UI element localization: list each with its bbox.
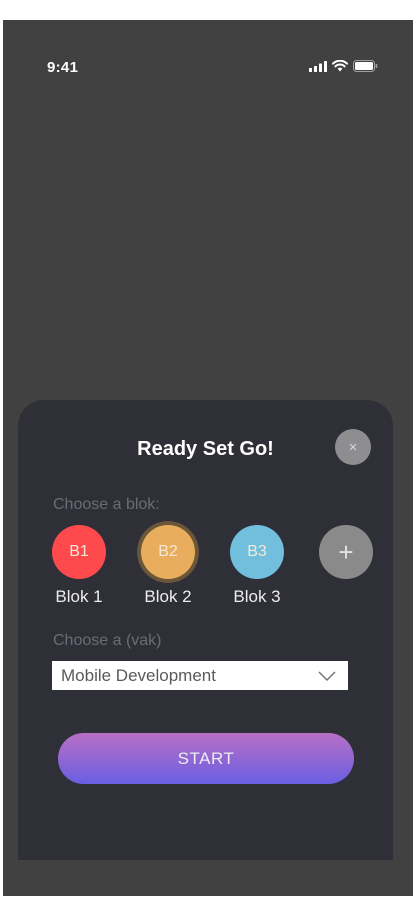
blok-option-3[interactable]: B3 Blok 3 — [212, 524, 302, 614]
bottom-sheet: Ready Set Go! × Choose a blok: B1 Blok 1… — [18, 400, 393, 860]
wifi-icon — [332, 60, 348, 72]
plus-icon: + — [338, 536, 354, 567]
blok-2-code: B2 — [158, 543, 178, 560]
status-bar: 9:41 — [3, 20, 413, 110]
blok-3-code: B3 — [247, 543, 267, 560]
choose-vak-label: Choose a (vak) — [53, 632, 162, 649]
chevron-down-icon — [318, 671, 336, 681]
phone-screen: 9:41 Ready Set Go! × Choose a blok: B1 B… — [3, 20, 413, 896]
battery-icon — [353, 60, 378, 72]
blok-1-circle: B1 — [52, 525, 106, 579]
blok-option-1[interactable]: B1 Blok 1 — [34, 524, 124, 614]
blok-selector: B1 Blok 1 B2 Blok 2 B3 Blok 3 + — [18, 524, 393, 614]
vak-select[interactable]: Mobile Development — [52, 661, 348, 690]
status-icons — [309, 60, 378, 72]
add-blok-item: + — [301, 524, 391, 614]
choose-blok-label: Choose a blok: — [53, 496, 160, 513]
blok-option-2[interactable]: B2 Blok 2 — [123, 524, 213, 614]
start-button-label: START — [177, 748, 235, 768]
signal-icon — [309, 60, 327, 72]
add-blok-button[interactable]: + — [319, 525, 373, 579]
start-button[interactable]: START — [58, 733, 354, 784]
close-button[interactable]: × — [335, 429, 371, 465]
blok-3-circle: B3 — [230, 525, 284, 579]
blok-1-name: Blok 1 — [55, 587, 103, 606]
blok-3-name: Blok 3 — [233, 587, 281, 606]
close-icon: × — [348, 438, 358, 456]
status-time: 9:41 — [47, 59, 79, 76]
blok-2-name: Blok 2 — [144, 587, 192, 606]
blok-2-circle: B2 — [141, 525, 195, 579]
vak-select-value: Mobile Development — [61, 665, 216, 685]
blok-1-code: B1 — [69, 543, 89, 560]
